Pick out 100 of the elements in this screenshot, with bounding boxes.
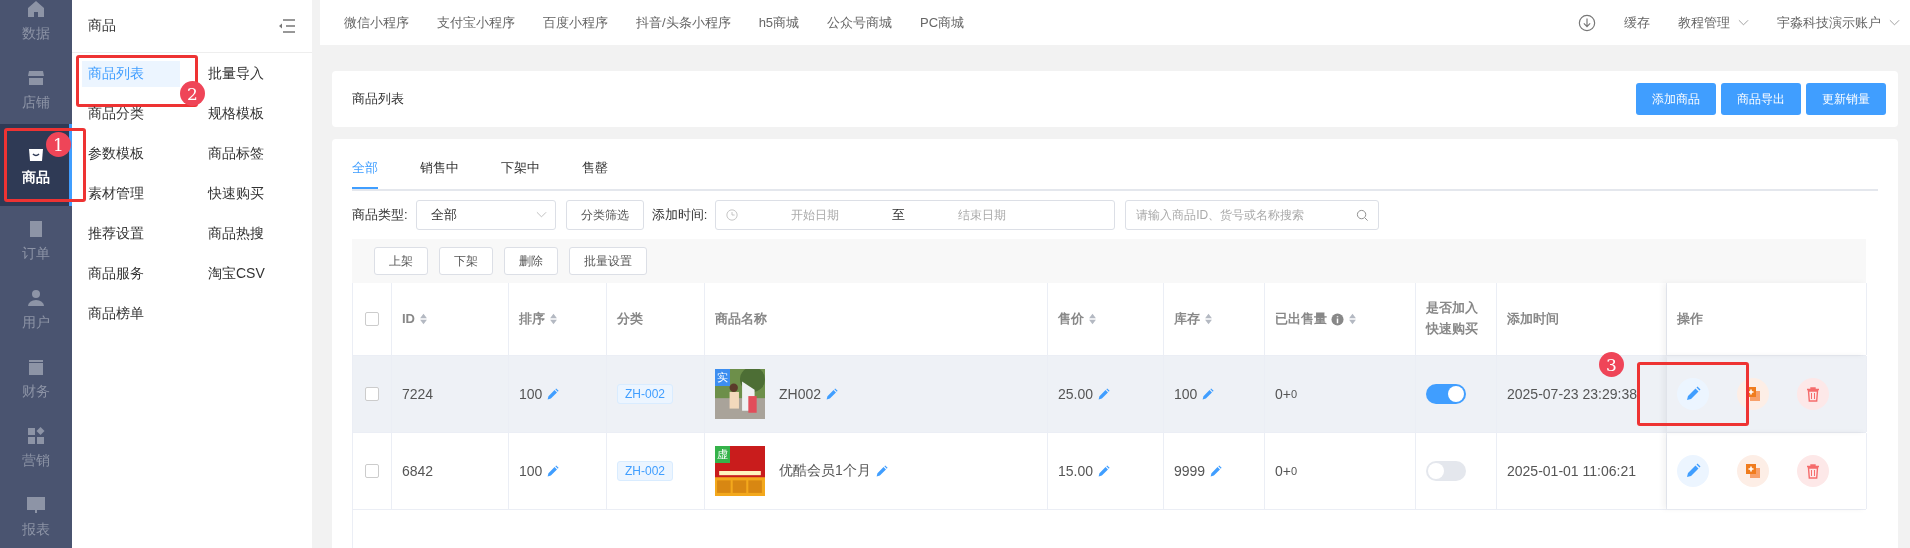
row-checkbox[interactable]	[365, 464, 379, 478]
select-all-checkbox[interactable]	[365, 312, 379, 326]
column-header: ID	[402, 309, 415, 328]
top-nav-link[interactable]: 百度小程序	[543, 13, 608, 32]
column-header: 分类	[617, 309, 643, 328]
sort-icon[interactable]	[1088, 313, 1097, 325]
sort-icon[interactable]	[1348, 313, 1357, 325]
filter-label: 添加时间:	[651, 206, 708, 224]
category-filter-button[interactable]: 分类筛选	[565, 200, 644, 230]
edit-button[interactable]	[1677, 378, 1709, 410]
table-cell: 100	[1174, 386, 1198, 402]
blocks-icon	[26, 425, 46, 446]
pencil-icon	[1685, 386, 1701, 402]
submenu-item[interactable]: 商品榜单	[82, 301, 150, 327]
edit-icon[interactable]	[1209, 464, 1223, 478]
submenu-item[interactable]: 淘宝CSV	[202, 261, 271, 287]
table-cell: 9999	[1174, 463, 1206, 479]
top-nav-link[interactable]: PC商城	[920, 13, 965, 32]
monitor-chart-icon	[26, 494, 46, 515]
copy-button[interactable]	[1737, 455, 1769, 487]
step-number-badge: 3	[1599, 352, 1624, 377]
info-icon[interactable]	[1331, 312, 1344, 326]
trash-icon	[1805, 386, 1821, 402]
collapse-menu-icon[interactable]	[278, 18, 296, 34]
table-cell: 2025-01-01 11:06:21	[1507, 463, 1636, 479]
page-title: 商品列表	[352, 90, 404, 108]
column-header: 售价	[1058, 309, 1084, 328]
start-date-input[interactable]: 开始日期	[738, 207, 893, 223]
column-header: 是否加入快速购买	[1426, 299, 1479, 338]
submenu-item[interactable]: 批量导入	[202, 61, 270, 87]
sort-icon[interactable]	[549, 313, 558, 325]
chevron-down-icon	[1889, 18, 1900, 27]
clock-icon	[726, 209, 739, 221]
table-cell: 2025-07-23 23:29:38	[1507, 386, 1637, 402]
status-tab[interactable]: 销售中	[420, 159, 459, 189]
table-cell: 0	[1290, 388, 1298, 400]
bulk-action-button[interactable]: 删除	[504, 247, 558, 275]
submenu-item[interactable]: 商品标签	[202, 141, 270, 167]
column-header: 添加时间	[1507, 309, 1559, 328]
column-header: 排序	[519, 309, 545, 328]
table-cell: 0+	[1275, 463, 1291, 479]
submenu-item[interactable]: 参数模板	[82, 141, 150, 167]
edit-icon[interactable]	[546, 387, 560, 401]
table-row[interactable]: 6842 100 ZH-002 虚 优酷会员1个月 15.00 9999 0+0 2025-01-01 11:06:21	[353, 433, 1866, 510]
edit-icon[interactable]	[825, 387, 839, 401]
toggle-switch[interactable]	[1426, 384, 1466, 404]
dropdown-menu[interactable]: 宇淼科技演示账户	[1777, 13, 1900, 32]
trash-icon	[1805, 463, 1821, 479]
edit-icon[interactable]	[1201, 387, 1215, 401]
table-cell: 6842	[402, 463, 434, 479]
edit-icon[interactable]	[546, 464, 560, 478]
type-select[interactable]: 全部	[415, 200, 556, 230]
submenu-item[interactable]: 商品热搜	[202, 221, 270, 247]
edit-button[interactable]	[1677, 455, 1709, 487]
delete-button[interactable]	[1797, 378, 1829, 410]
copy-button[interactable]	[1737, 378, 1769, 410]
column-header: 库存	[1174, 309, 1200, 328]
table-cell: 100	[519, 386, 543, 402]
bulk-action-button[interactable]: 批量设置	[569, 247, 647, 275]
category-tag: ZH-002	[617, 384, 673, 404]
edit-icon[interactable]	[1097, 387, 1111, 401]
sort-icon[interactable]	[419, 313, 428, 325]
submenu-item[interactable]: 快速购买	[202, 181, 270, 207]
status-tab[interactable]: 售罄	[582, 159, 608, 189]
top-nav-link[interactable]: 支付宝小程序	[437, 13, 515, 32]
download-icon[interactable]	[1578, 13, 1596, 32]
submenu-item[interactable]: 推荐设置	[82, 221, 150, 247]
search-icon[interactable]	[1356, 209, 1370, 222]
toggle-switch[interactable]	[1426, 461, 1466, 481]
bulk-action-button[interactable]: 上架	[374, 247, 428, 275]
copy-icon	[1745, 463, 1761, 479]
column-header: 商品名称	[715, 309, 767, 328]
edit-icon[interactable]	[874, 464, 888, 478]
status-tab[interactable]: 下架中	[501, 159, 540, 189]
row-checkbox[interactable]	[365, 387, 379, 401]
step-number-badge: 2	[180, 81, 205, 106]
top-nav-link[interactable]: 抖音/头条小程序	[636, 13, 731, 32]
pencil-icon	[1685, 463, 1701, 479]
submenu-item[interactable]: 商品分类	[82, 101, 150, 127]
bulk-action-button[interactable]: 下架	[439, 247, 493, 275]
date-range-field[interactable]: 开始日期 至 结束日期	[715, 200, 1116, 230]
search-field[interactable]: 请输入商品ID、货号或名称搜索	[1125, 200, 1380, 230]
dropdown-menu[interactable]: 教程管理	[1678, 13, 1749, 32]
thumbnail-tag: 实	[715, 369, 730, 386]
product-name: 优酷会员1个月	[779, 462, 871, 480]
top-nav-link[interactable]: 微信小程序	[344, 13, 409, 32]
edit-icon[interactable]	[1097, 464, 1111, 478]
end-date-input[interactable]: 结束日期	[905, 207, 1060, 223]
chevron-down-icon	[1738, 18, 1749, 27]
submenu-item[interactable]: 素材管理	[82, 181, 150, 207]
delete-button[interactable]	[1797, 455, 1829, 487]
filter-label: 商品类型:	[352, 206, 408, 224]
sort-icon[interactable]	[1204, 313, 1213, 325]
table-cell: 15.00	[1058, 463, 1094, 479]
cache-link[interactable]: 缓存	[1624, 13, 1650, 32]
submenu-item[interactable]: 规格模板	[202, 101, 270, 127]
top-nav-link[interactable]: h5商城	[758, 13, 800, 32]
submenu-item[interactable]: 商品服务	[82, 261, 150, 287]
top-nav-link[interactable]: 公众号商城	[827, 13, 893, 32]
range-separator: 至	[892, 206, 906, 224]
